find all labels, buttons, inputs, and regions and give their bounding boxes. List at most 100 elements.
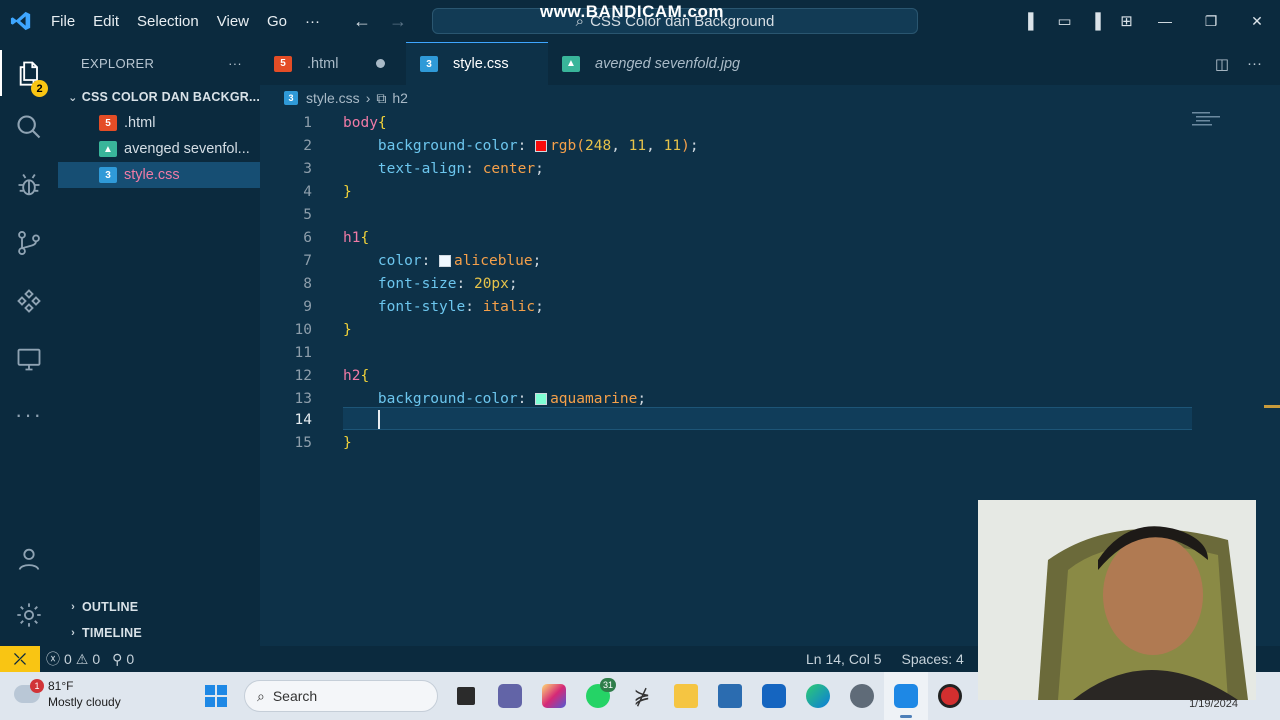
css-file-icon: 3 bbox=[420, 56, 438, 72]
ports-indicator[interactable]: ⚲ 0 bbox=[106, 651, 140, 668]
file-item-html[interactable]: 5 .html bbox=[58, 110, 260, 136]
chevron-right-icon: › bbox=[71, 601, 75, 613]
rgb-g: 11 bbox=[628, 137, 647, 154]
line-number: 7 bbox=[303, 252, 312, 269]
rgb-r: 248 bbox=[585, 137, 612, 154]
line-number: 13 bbox=[294, 390, 312, 407]
more-actions-icon[interactable]: ··· bbox=[1247, 55, 1262, 72]
code-line: 7 color: aliceblue; bbox=[260, 249, 1200, 272]
vscode-insiders-icon[interactable] bbox=[752, 672, 796, 720]
logic-app-icon[interactable]: ⋡ bbox=[620, 672, 664, 720]
split-editor-icon[interactable]: ◫ bbox=[1215, 55, 1229, 73]
menu-go[interactable]: Go bbox=[258, 13, 296, 30]
minimap[interactable] bbox=[1192, 110, 1222, 130]
explorer-more-icon[interactable]: ··· bbox=[228, 56, 242, 71]
tab-label: style.css bbox=[453, 56, 509, 72]
whatsapp-icon[interactable]: 31 bbox=[576, 672, 620, 720]
source-control-icon[interactable] bbox=[0, 220, 58, 266]
code-line: 4 } bbox=[260, 180, 1200, 203]
color-swatch-red[interactable] bbox=[535, 139, 548, 152]
image-file-icon: ▲ bbox=[562, 55, 580, 72]
toggle-secondary-sidebar-icon[interactable]: ▐ bbox=[1080, 13, 1111, 30]
property-name: font-style bbox=[377, 298, 466, 315]
instagram-icon[interactable] bbox=[532, 672, 576, 720]
weather-desc: Mostly cloudy bbox=[48, 695, 121, 709]
code-line: 1 body{ bbox=[260, 111, 1200, 134]
edge-icon[interactable] bbox=[796, 672, 840, 720]
color-swatch-aquamarine[interactable] bbox=[535, 392, 548, 405]
toggle-sidebar-icon[interactable]: ▌ bbox=[1018, 13, 1049, 30]
menu-view[interactable]: View bbox=[208, 13, 258, 30]
menu-file[interactable]: File bbox=[42, 13, 84, 30]
cursor-position[interactable]: Ln 14, Col 5 bbox=[800, 651, 888, 667]
explorer-icon[interactable]: 2 bbox=[0, 50, 58, 97]
customize-layout-icon[interactable]: ⊞ bbox=[1111, 12, 1142, 30]
chat-icon[interactable] bbox=[488, 672, 532, 720]
file-item-jpg[interactable]: ▲ avenged sevenfol... bbox=[58, 136, 260, 162]
breadcrumb-symbol[interactable]: h2 bbox=[392, 90, 408, 106]
tab-html[interactable]: 5 .html bbox=[260, 42, 406, 85]
rgb-function: rgb( bbox=[550, 137, 585, 154]
nav-arrows: ← → bbox=[353, 11, 407, 32]
run-debug-icon[interactable] bbox=[0, 162, 58, 208]
remote-indicator-icon[interactable]: ⤫ bbox=[0, 646, 40, 672]
menu-selection[interactable]: Selection bbox=[128, 13, 208, 30]
timeline-section[interactable]: › TIMELINE bbox=[58, 620, 260, 646]
file-explorer-icon[interactable] bbox=[664, 672, 708, 720]
line-number: 9 bbox=[303, 298, 312, 315]
search-icon[interactable] bbox=[0, 104, 58, 150]
more-views-icon[interactable]: ··· bbox=[0, 392, 58, 438]
property-value: italic bbox=[482, 298, 536, 315]
remote-explorer-icon[interactable] bbox=[0, 336, 58, 382]
unsaved-dot-icon[interactable] bbox=[376, 59, 386, 68]
settings-gear-icon[interactable] bbox=[0, 592, 58, 638]
vscode-taskbar-icon[interactable] bbox=[884, 672, 928, 720]
rgb-b: 11 bbox=[663, 137, 682, 154]
outline-label: OUTLINE bbox=[82, 600, 139, 614]
code-line: 15 } bbox=[260, 431, 1200, 454]
line-number: 12 bbox=[294, 367, 312, 384]
tab-style-css[interactable]: 3 style.css bbox=[406, 42, 548, 85]
back-arrow-icon[interactable]: ← bbox=[353, 11, 371, 32]
chevron-right-icon: › bbox=[365, 90, 371, 106]
menu-more[interactable]: ··· bbox=[296, 13, 329, 30]
forward-arrow-icon[interactable]: → bbox=[389, 11, 407, 32]
color-swatch-aliceblue[interactable] bbox=[439, 254, 452, 267]
breadcrumb-file[interactable]: style.css bbox=[306, 90, 360, 106]
indentation[interactable]: Spaces: 4 bbox=[896, 651, 970, 667]
accounts-icon[interactable] bbox=[0, 536, 58, 582]
taskbar-apps: ⌕ Search 31 ⋡ bbox=[194, 672, 972, 720]
cloud-icon: 1 bbox=[14, 679, 44, 703]
task-view-icon[interactable] bbox=[444, 672, 488, 720]
close-button[interactable]: ✕ bbox=[1234, 13, 1280, 30]
selector-h1: h1 bbox=[343, 229, 361, 246]
code-line: 9 font-style: italic; bbox=[260, 295, 1200, 318]
code-line: 11 bbox=[260, 341, 1200, 364]
tab-avenged-jpg[interactable]: ▲ avenged sevenfold.jpg bbox=[548, 42, 755, 85]
menu-edit[interactable]: Edit bbox=[84, 13, 128, 30]
weather-widget[interactable]: 1 81°F Mostly cloudy bbox=[14, 678, 121, 710]
window-controls: ▌ ▭ ▐ ⊞ — ❐ ✕ bbox=[1018, 0, 1280, 42]
restore-button[interactable]: ❐ bbox=[1188, 13, 1234, 30]
bandicam-watermark: www.BANDICAM.com bbox=[540, 2, 724, 21]
start-button[interactable] bbox=[194, 672, 238, 720]
html-file-icon: 5 bbox=[99, 115, 117, 131]
store-icon[interactable] bbox=[708, 672, 752, 720]
record-icon[interactable] bbox=[928, 672, 972, 720]
extensions-icon[interactable] bbox=[0, 278, 58, 324]
file-item-css[interactable]: 3 style.css bbox=[58, 162, 260, 188]
image-file-icon: ▲ bbox=[99, 141, 117, 157]
settings-app-icon[interactable] bbox=[840, 672, 884, 720]
warning-count: 0 bbox=[92, 651, 101, 667]
webcam-overlay bbox=[978, 500, 1256, 700]
toggle-panel-icon[interactable]: ▭ bbox=[1049, 12, 1080, 30]
line-number: 3 bbox=[303, 160, 312, 177]
outline-section[interactable]: › OUTLINE bbox=[58, 594, 260, 620]
code-line: 10 } bbox=[260, 318, 1200, 341]
explorer-title: EXPLORER bbox=[81, 55, 155, 71]
workspace-folder[interactable]: ⌄ CSS COLOR DAN BACKGR... bbox=[58, 84, 260, 110]
scrollbar-marker[interactable] bbox=[1264, 405, 1280, 408]
minimize-button[interactable]: — bbox=[1142, 13, 1188, 29]
problems-indicator[interactable]: ⓧ 0 ⚠ 0 bbox=[40, 649, 106, 669]
taskbar-search[interactable]: ⌕ Search bbox=[244, 680, 438, 712]
